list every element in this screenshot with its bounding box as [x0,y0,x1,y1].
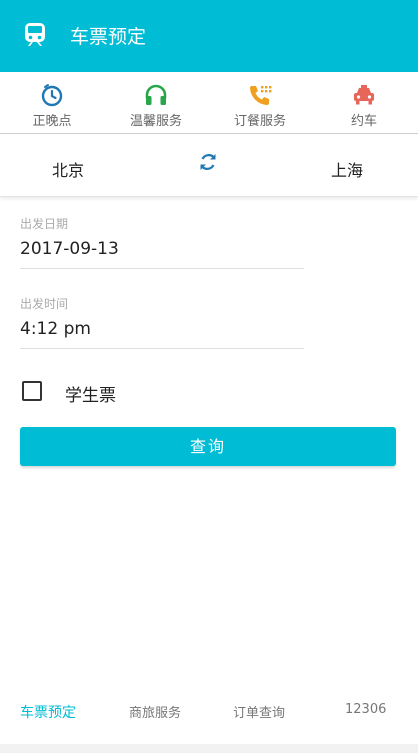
quick-action-label: 约车 [350,114,377,129]
field-label: 出发日期 [20,217,69,231]
quick-action-meal[interactable]: 订餐服务 [208,72,312,134]
quick-actions: 正晚点 温馨服务 订餐服务 约车 [0,72,418,134]
departure-city[interactable]: 北京 [52,157,84,181]
student-ticket-option[interactable]: 学生票 [22,379,222,406]
departure-date-field[interactable]: 出发日期 2017-09-13 [20,215,304,269]
field-label: 出发时间 [20,297,69,311]
nav-12306[interactable]: 12306 [345,702,386,717]
route-selector: 北京 上海 [0,135,418,197]
quick-action-label: 温馨服务 [129,114,182,129]
student-checkbox[interactable] [22,381,42,401]
quick-action-label: 正晚点 [32,114,72,129]
nav-business-travel[interactable]: 商旅服务 [129,702,181,721]
headset-icon [145,84,167,105]
date-value[interactable]: 2017-09-13 [20,239,119,259]
query-button[interactable]: 查询 [20,427,396,466]
phone-icon [250,86,272,105]
student-label: 学生票 [65,386,116,406]
taxi-icon [354,85,374,105]
quick-action-delay[interactable]: 正晚点 [0,72,104,134]
bottom-nav: 车票预定 商旅服务 订单查询 12306 [0,690,418,734]
nav-ticket-booking[interactable]: 车票预定 [20,702,76,722]
quick-action-label: 订餐服务 [233,114,286,129]
app-bar: 车票预定 [0,0,418,72]
quick-action-care[interactable]: 温馨服务 [104,72,208,134]
page-title: 车票预定 [70,26,147,48]
arrival-city[interactable]: 上海 [331,157,363,181]
app-screen: 车票预定 正晚点 温馨服务 订餐服务 约车 北京 上海 出发日期 2017-09… [0,0,418,744]
train-icon [25,23,45,46]
quick-action-taxi[interactable]: 约车 [312,72,416,134]
timer-icon [41,84,63,107]
nav-order-query[interactable]: 订单查询 [233,702,285,721]
time-value[interactable]: 4:12 pm [20,319,91,339]
departure-time-field[interactable]: 出发时间 4:12 pm [20,295,304,349]
swap-icon[interactable] [196,150,220,174]
